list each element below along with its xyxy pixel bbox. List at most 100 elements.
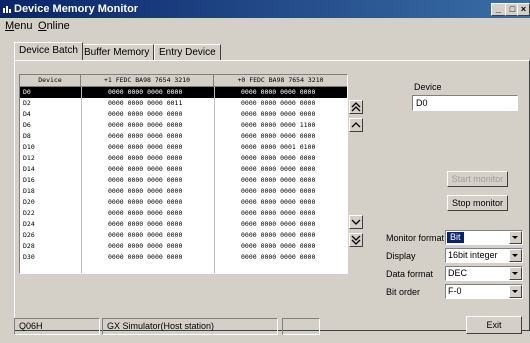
device-name-cell: D2 <box>23 99 31 107</box>
plus1-value-cell: 0000 0000 0000 0011 <box>108 99 183 107</box>
plus1-value-cell: 0000 0000 0000 0000 <box>108 154 183 162</box>
plus0-value-cell: 0000 0000 0000 0000 <box>241 176 316 184</box>
display-value: 16bit integer <box>448 250 498 260</box>
device-name-cell: D10 <box>23 143 35 151</box>
plus1-value-cell: 0000 0000 0000 0000 <box>108 121 183 129</box>
device-input[interactable]: D0 <box>412 95 518 111</box>
device-name-cell: D22 <box>23 209 35 217</box>
dropdown-arrow-icon[interactable] <box>509 285 522 298</box>
plus1-value-cell: 0000 0000 0000 0000 <box>108 198 183 206</box>
plus1-value-cell: 0000 0000 0000 0000 <box>108 220 183 228</box>
plus1-value-cell: 0000 0000 0000 0000 <box>108 231 183 239</box>
exit-button[interactable]: Exit <box>466 316 522 334</box>
device-name-cell: D30 <box>23 253 35 261</box>
plus1-value-cell: 0000 0000 0000 0000 <box>108 110 183 118</box>
table-row[interactable]: D24 0000 0000 0000 0000 0000 0000 0000 000… <box>20 219 347 230</box>
bit-order-value: F-0 <box>448 286 462 296</box>
dropdown-arrow-icon[interactable] <box>509 249 522 262</box>
device-name-cell: D14 <box>23 165 35 173</box>
plus0-value-cell: 0000 0000 0000 0000 <box>241 198 316 206</box>
scroll-up-button[interactable] <box>349 118 363 132</box>
plus0-value-cell: 0000 0000 0000 0000 <box>241 88 316 96</box>
table-row[interactable]: D6 0000 0000 0000 0000 0000 0000 0000 1100 <box>20 120 347 131</box>
device-name-cell: D28 <box>23 242 35 250</box>
column-divider <box>81 87 82 273</box>
plus1-value-cell: 0000 0000 0000 0000 <box>108 253 183 261</box>
table-row[interactable]: D10 0000 0000 0000 0000 0000 0000 0001 010… <box>20 142 347 153</box>
dropdown-arrow-icon[interactable] <box>509 267 522 280</box>
bit-order-select[interactable]: F-0 <box>445 284 523 299</box>
menu-bar: Menu Online <box>0 19 530 34</box>
device-table[interactable]: Device +1 FEDC BA98 7654 3210 +0 FEDC BA… <box>19 74 348 274</box>
plus1-value-cell: 0000 0000 0000 0000 <box>108 176 183 184</box>
table-row[interactable]: D2 0000 0000 0000 0011 0000 0000 0000 0000 <box>20 98 347 109</box>
device-name-cell: D18 <box>23 187 35 195</box>
device-name-cell: D24 <box>23 220 35 228</box>
column-divider <box>214 87 215 273</box>
monitor-format-value: Bit <box>447 232 464 243</box>
plus0-value-cell: 0000 0000 0000 0000 <box>241 110 316 118</box>
monitor-format-select[interactable]: Bit <box>445 230 523 245</box>
minimize-button[interactable]: _ <box>491 3 506 16</box>
plus0-value-cell: 0000 0000 0000 0000 <box>241 132 316 140</box>
plus0-value-cell: 0000 0000 0000 0000 <box>241 253 316 261</box>
menu-item-menu[interactable]: Menu <box>5 20 33 32</box>
table-row[interactable]: D28 0000 0000 0000 0000 0000 0000 0000 000… <box>20 241 347 252</box>
table-row[interactable]: D14 0000 0000 0000 0000 0000 0000 0000 000… <box>20 164 347 175</box>
plus0-value-cell: 0000 0000 0000 0000 <box>241 99 316 107</box>
device-memory-monitor-window: Device Memory Monitor _ □ × Menu Online … <box>0 0 530 343</box>
header-plus0: +0 FEDC BA98 7654 3210 <box>237 76 324 84</box>
data-format-select[interactable]: DEC <box>445 266 523 281</box>
plus0-value-cell: 0000 0000 0000 0000 <box>241 220 316 228</box>
display-select[interactable]: 16bit integer <box>445 248 523 263</box>
app-icon <box>3 6 11 13</box>
plus1-value-cell: 0000 0000 0000 0000 <box>108 187 183 195</box>
table-row[interactable]: D26 0000 0000 0000 0000 0000 0000 0000 000… <box>20 230 347 241</box>
table-row[interactable]: D18 0000 0000 0000 0000 0000 0000 0000 000… <box>20 186 347 197</box>
scroll-top-icon <box>351 102 361 112</box>
plus1-value-cell: 0000 0000 0000 0000 <box>108 143 183 151</box>
table-row[interactable]: D16 0000 0000 0000 0000 0000 0000 0000 000… <box>20 175 347 186</box>
table-row[interactable]: D22 0000 0000 0000 0000 0000 0000 0000 000… <box>20 208 347 219</box>
header-device: Device <box>20 75 81 86</box>
plus0-value-cell: 0000 0000 0000 0000 <box>241 209 316 217</box>
device-name-cell: D12 <box>23 154 35 162</box>
display-label: Display <box>386 251 416 261</box>
device-name-cell: D0 <box>23 88 31 96</box>
device-name-cell: D26 <box>23 231 35 239</box>
title-bar[interactable]: Device Memory Monitor _ □ × <box>0 0 530 18</box>
header-plus1: +1 FEDC BA98 7654 3210 <box>81 75 214 86</box>
table-row[interactable]: D8 0000 0000 0000 0000 0000 0000 0000 0000 <box>20 131 347 142</box>
scroll-down-button[interactable] <box>349 215 363 229</box>
table-row[interactable]: D4 0000 0000 0000 0000 0000 0000 0000 0000 <box>20 109 347 120</box>
stop-monitor-button[interactable]: Stop monitor <box>447 195 508 211</box>
status-connection: GX Simulator(Host station) <box>102 318 278 335</box>
close-button[interactable]: × <box>517 3 530 16</box>
table-row[interactable]: D12 0000 0000 0000 0000 0000 0000 0000 000… <box>20 153 347 164</box>
device-label: Device <box>414 82 442 92</box>
scroll-bottom-icon <box>351 235 361 245</box>
table-row[interactable]: D0 0000 0000 0000 0000 0000 0000 0000 0000 <box>20 87 347 98</box>
plus1-value-cell: 0000 0000 0000 0000 <box>108 165 183 173</box>
plus0-value-cell: 0000 0000 0001 0100 <box>241 143 316 151</box>
plus0-value-cell: 0000 0000 0000 1100 <box>241 121 316 129</box>
start-monitor-button[interactable]: Start monitor <box>447 171 508 187</box>
menu-item-online[interactable]: Online <box>38 20 70 32</box>
plus0-value-cell: 0000 0000 0000 0000 <box>241 165 316 173</box>
device-name-cell: D20 <box>23 198 35 206</box>
table-row[interactable]: D30 0000 0000 0000 0000 0000 0000 0000 000… <box>20 252 347 263</box>
device-name-cell: D8 <box>23 132 31 140</box>
tab-entry-device[interactable]: Entry Device <box>154 44 221 60</box>
scroll-top-button[interactable] <box>349 100 363 114</box>
plus0-value-cell: 0000 0000 0000 0000 <box>241 187 316 195</box>
scroll-bottom-button[interactable] <box>349 233 363 247</box>
plus1-value-cell: 0000 0000 0000 0000 <box>108 242 183 250</box>
plus1-value-cell: 0000 0000 0000 0000 <box>108 88 183 96</box>
table-row[interactable]: D20 0000 0000 0000 0000 0000 0000 0000 000… <box>20 197 347 208</box>
tab-device-batch[interactable]: Device Batch <box>14 42 83 60</box>
scroll-up-icon <box>351 122 361 128</box>
tab-buffer-memory[interactable]: Buffer Memory <box>79 44 155 60</box>
dropdown-arrow-icon[interactable] <box>509 231 522 244</box>
scroll-down-icon <box>351 219 361 225</box>
plus0-value-cell: 0000 0000 0000 0000 <box>241 242 316 250</box>
